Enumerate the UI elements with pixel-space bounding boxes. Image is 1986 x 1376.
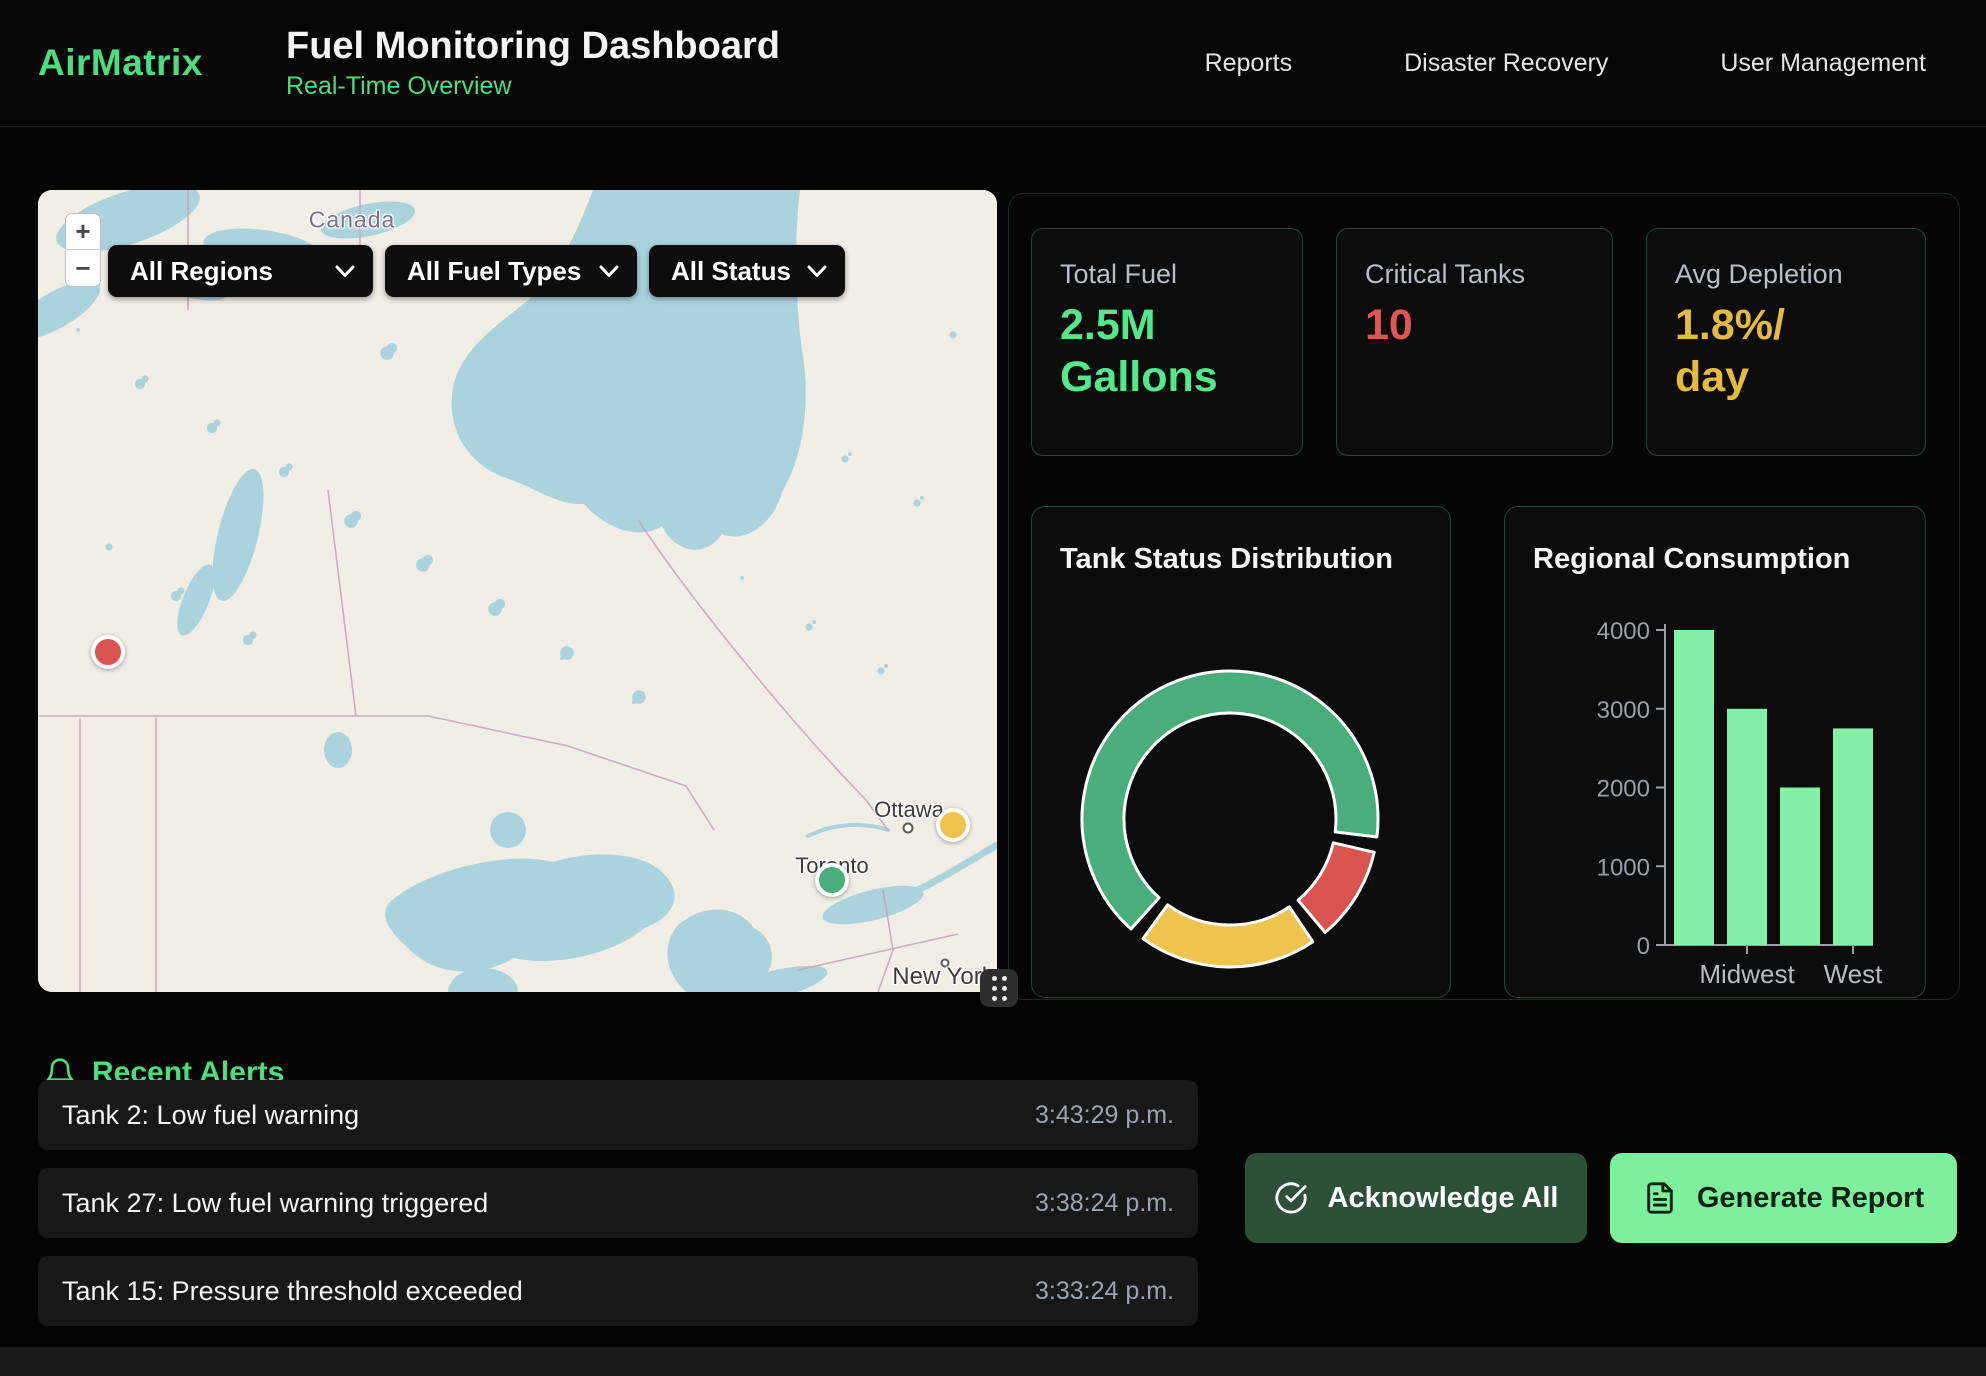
region-filter-value: All Regions (130, 256, 273, 287)
alert-time: 3:38:24 p.m. (1035, 1189, 1174, 1218)
stat-card-critical-tanks: Critical Tanks 10 (1336, 228, 1613, 456)
alert-time: 3:43:29 p.m. (1035, 1101, 1174, 1130)
newyork-town-dot (941, 959, 950, 968)
fuel-type-filter-value: All Fuel Types (407, 256, 581, 287)
check-circle-icon (1274, 1181, 1308, 1215)
stat-value-line1: 1.8%/ (1675, 300, 1897, 352)
bar-3[interactable] (1833, 728, 1873, 945)
page-title: Fuel Monitoring Dashboard (286, 25, 780, 68)
zoom-out-button[interactable]: − (66, 250, 100, 286)
chevron-down-icon (599, 265, 619, 278)
stat-label: Total Fuel (1060, 259, 1274, 290)
stat-label: Avg Depletion (1675, 259, 1897, 290)
regional-consumption-chart-title: Regional Consumption (1533, 543, 1850, 576)
header: AirMatrix Fuel Monitoring Dashboard Real… (0, 0, 1986, 127)
svg-text:1000: 1000 (1597, 854, 1650, 881)
alert-row[interactable]: Tank 27: Low fuel warning triggered 3:38… (38, 1168, 1198, 1238)
acknowledge-all-label: Acknowledge All (1328, 1182, 1559, 1215)
map-marker-warning[interactable] (936, 808, 970, 842)
generate-report-button[interactable]: Generate Report (1610, 1153, 1957, 1243)
stat-label: Critical Tanks (1365, 259, 1584, 290)
status-filter-value: All Status (671, 256, 791, 287)
alert-time: 3:33:24 p.m. (1035, 1277, 1174, 1306)
svg-text:0: 0 (1637, 933, 1650, 960)
fuel-type-filter-select[interactable]: All Fuel Types (385, 245, 637, 297)
bar-2[interactable] (1780, 788, 1820, 946)
title-block: Fuel Monitoring Dashboard Real-Time Over… (286, 25, 780, 101)
generate-report-label: Generate Report (1697, 1182, 1924, 1215)
nav-disaster-recovery[interactable]: Disaster Recovery (1404, 49, 1608, 78)
dashboard-page: AirMatrix Fuel Monitoring Dashboard Real… (0, 0, 1986, 1376)
stat-card-avg-depletion: Avg Depletion 1.8%/ day (1646, 228, 1926, 456)
chevron-down-icon (335, 265, 355, 278)
bar-1[interactable] (1727, 709, 1767, 945)
donut-slice-warning[interactable] (1143, 905, 1313, 967)
tank-status-donut-chart (1032, 507, 1452, 999)
stat-value: 1.8%/ day (1675, 300, 1897, 403)
map-resize-handle[interactable] (980, 969, 1018, 1007)
map-marker-normal[interactable] (815, 863, 849, 897)
status-filter-select[interactable]: All Status (649, 245, 845, 297)
svg-text:4000: 4000 (1597, 618, 1650, 645)
ottawa-town-dot (903, 823, 914, 834)
alert-message: Tank 2: Low fuel warning (62, 1100, 359, 1131)
nav-user-management[interactable]: User Management (1720, 49, 1926, 78)
alert-message: Tank 27: Low fuel warning triggered (62, 1188, 488, 1219)
map-zoom-control: + − (65, 213, 101, 287)
stat-value-line2: day (1675, 352, 1897, 404)
svg-text:Midwest: Midwest (1699, 959, 1795, 989)
stat-card-total-fuel: Total Fuel 2.5M Gallons (1031, 228, 1303, 456)
map-tiles[interactable] (38, 190, 997, 992)
svg-text:3000: 3000 (1597, 697, 1650, 724)
main-nav: Reports Disaster Recovery User Managemen… (1205, 49, 1926, 78)
bottom-strip (0, 1347, 1986, 1376)
alert-row[interactable]: Tank 2: Low fuel warning 3:43:29 p.m. (38, 1080, 1198, 1150)
svg-text:2000: 2000 (1597, 776, 1650, 803)
metrics-panel: Total Fuel 2.5M Gallons Critical Tanks 1… (1008, 193, 1960, 1000)
map-marker-critical[interactable] (91, 635, 125, 669)
chevron-down-icon (807, 265, 827, 278)
app-logo: AirMatrix (38, 42, 248, 84)
donut-slice-critical[interactable] (1298, 843, 1374, 933)
acknowledge-all-button[interactable]: Acknowledge All (1245, 1153, 1587, 1243)
region-filter-select[interactable]: All Regions (108, 245, 373, 297)
stat-value-line2: Gallons (1060, 352, 1274, 404)
bar-0[interactable] (1674, 630, 1714, 945)
stat-value-line1: 10 (1365, 300, 1584, 352)
page-subtitle: Real-Time Overview (286, 72, 780, 101)
document-icon (1643, 1181, 1677, 1215)
alert-row[interactable]: Tank 15: Pressure threshold exceeded 3:3… (38, 1256, 1198, 1326)
nav-reports[interactable]: Reports (1205, 49, 1293, 78)
regional-consumption-chart-card: Regional Consumption 0 1000 2000 3000 4000 Mi… (1504, 506, 1926, 998)
tank-status-chart-title: Tank Status Distribution (1060, 543, 1393, 576)
stat-value: 10 (1365, 300, 1584, 352)
tank-status-chart-card: Tank Status Distribution (1031, 506, 1451, 998)
stat-value: 2.5M Gallons (1060, 300, 1274, 403)
alert-message: Tank 15: Pressure threshold exceeded (62, 1276, 523, 1307)
map[interactable]: Canada Ottawa Toronto New York + − All R… (38, 190, 997, 992)
regional-consumption-bar-chart: 0 1000 2000 3000 4000 Midwest West (1505, 507, 1927, 999)
stat-value-line1: 2.5M (1060, 300, 1274, 352)
zoom-in-button[interactable]: + (66, 214, 100, 250)
svg-text:West: West (1824, 959, 1884, 989)
